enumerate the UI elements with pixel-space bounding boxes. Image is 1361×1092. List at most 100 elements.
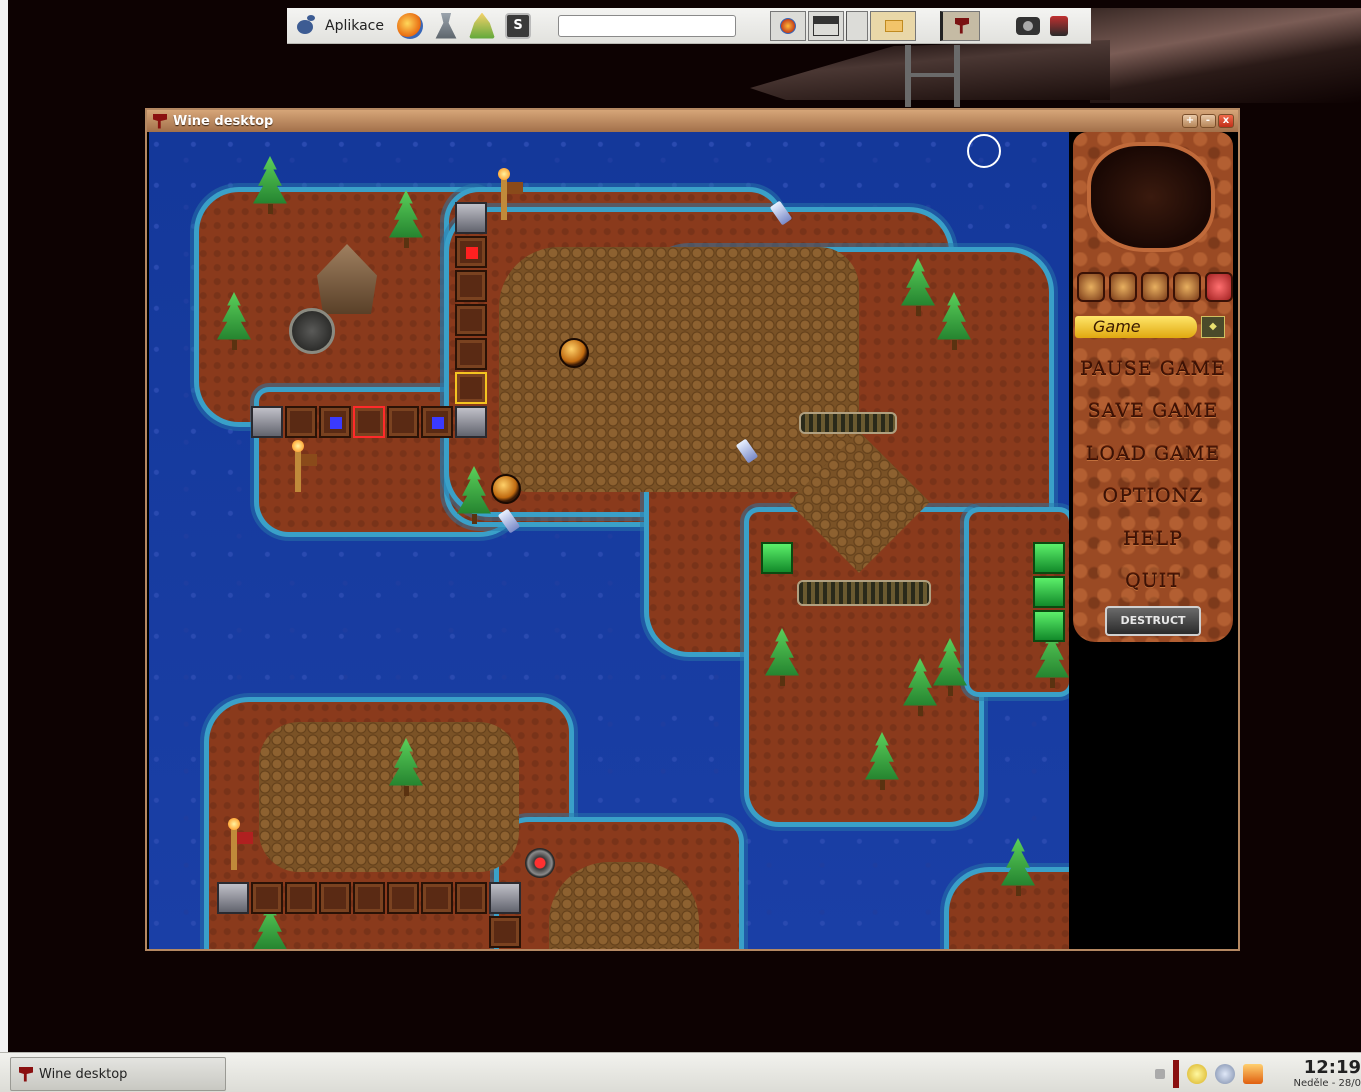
character-tab-icon[interactable] bbox=[1077, 272, 1105, 302]
pause-game-button[interactable]: PAUSE GAME bbox=[1073, 358, 1233, 380]
pine-tree bbox=[1001, 838, 1035, 898]
cauldron-object[interactable] bbox=[289, 308, 335, 354]
wall-segment[interactable] bbox=[489, 916, 521, 948]
wall-segment[interactable] bbox=[387, 882, 419, 914]
system-tray: 12:19 Neděle - 28/0 bbox=[1155, 1057, 1361, 1091]
game-menu-header: Game bbox=[1075, 316, 1197, 338]
wall-segment[interactable] bbox=[285, 406, 317, 438]
game-side-panel: Game PAUSE GAME SAVE GAME LOAD GAME OPTI… bbox=[1069, 132, 1236, 949]
player-unit[interactable] bbox=[559, 338, 589, 368]
flag bbox=[237, 832, 253, 844]
camera-icon[interactable] bbox=[1016, 16, 1040, 35]
scroll-tab-icon[interactable] bbox=[1141, 272, 1169, 302]
wall-segment-placing[interactable] bbox=[353, 406, 385, 438]
dirt-patch bbox=[499, 247, 859, 492]
update-notifier-icon[interactable] bbox=[1243, 1064, 1263, 1084]
castle-tower[interactable] bbox=[217, 882, 249, 914]
minimap[interactable] bbox=[1087, 142, 1215, 252]
wall-cannon-slot[interactable] bbox=[455, 236, 487, 268]
mouse-cursor bbox=[967, 134, 1001, 168]
wall-segment[interactable] bbox=[285, 882, 317, 914]
menu-scroll-arrows-icon[interactable] bbox=[1201, 316, 1225, 338]
desktop-wallpaper bbox=[1090, 8, 1361, 103]
maximize-button[interactable]: + bbox=[1182, 114, 1198, 128]
wallpaper-strut bbox=[905, 45, 960, 107]
wall-segment[interactable] bbox=[319, 882, 351, 914]
wall-segment-green[interactable] bbox=[1033, 542, 1065, 574]
pine-tree bbox=[457, 466, 491, 526]
wine-glass-icon bbox=[153, 113, 167, 129]
panel-tabs bbox=[1077, 272, 1233, 302]
run-command-field[interactable] bbox=[558, 14, 736, 37]
terminal-icon[interactable] bbox=[505, 12, 531, 39]
wine-window-button[interactable] bbox=[940, 10, 980, 41]
quit-button[interactable]: QUIT bbox=[1073, 570, 1233, 592]
applications-menu-label: Aplikace bbox=[325, 17, 384, 34]
castle-tower[interactable] bbox=[455, 202, 487, 234]
notification-icon[interactable] bbox=[1155, 1069, 1165, 1079]
wall-cannon-slot[interactable] bbox=[319, 406, 351, 438]
pine-tree bbox=[253, 156, 287, 216]
window-titlebar[interactable]: Wine desktop + - x bbox=[147, 110, 1238, 132]
wall-segment[interactable] bbox=[455, 882, 487, 914]
wall-segment[interactable] bbox=[455, 270, 487, 302]
upgrade-block[interactable] bbox=[761, 542, 793, 574]
minimize-button[interactable]: - bbox=[1200, 114, 1216, 128]
pine-tree bbox=[937, 292, 971, 352]
close-button[interactable]: x bbox=[1218, 114, 1234, 128]
mine-object[interactable] bbox=[525, 848, 555, 878]
castle-tower[interactable] bbox=[251, 406, 283, 438]
applications-menu[interactable]: Aplikace bbox=[287, 8, 392, 43]
taskbar-wine-button[interactable]: Wine desktop bbox=[10, 1057, 226, 1091]
wall-segment[interactable] bbox=[455, 304, 487, 336]
power-icon[interactable] bbox=[1050, 15, 1068, 36]
user-icon[interactable] bbox=[469, 12, 495, 39]
top-panel: Aplikace bbox=[287, 8, 1091, 44]
firefox-icon[interactable] bbox=[397, 12, 423, 39]
wall-segment-green[interactable] bbox=[1033, 610, 1065, 642]
help-button[interactable]: HELP bbox=[1073, 528, 1233, 550]
cannon-tab-icon[interactable] bbox=[1109, 272, 1137, 302]
bridge bbox=[797, 580, 931, 606]
wine-glass-icon bbox=[19, 1066, 33, 1082]
workspace-switcher[interactable] bbox=[808, 10, 844, 41]
wall-segment[interactable] bbox=[353, 882, 385, 914]
window-title: Wine desktop bbox=[173, 113, 274, 129]
mail-window-button[interactable] bbox=[870, 10, 916, 41]
pine-tree bbox=[903, 658, 937, 718]
destruct-button[interactable]: DESTRUCT bbox=[1105, 606, 1201, 636]
tray-separator bbox=[1173, 1060, 1179, 1088]
desktop-edge bbox=[0, 0, 8, 1092]
wall-segment[interactable] bbox=[421, 882, 453, 914]
wine-glass-icon bbox=[955, 17, 969, 34]
flag bbox=[507, 182, 523, 194]
game-tab-icon[interactable] bbox=[1205, 272, 1233, 302]
player-unit[interactable] bbox=[491, 474, 521, 504]
taskbar-wine-label: Wine desktop bbox=[39, 1066, 128, 1082]
pine-tree bbox=[389, 738, 423, 798]
browser-window-button[interactable] bbox=[770, 10, 806, 41]
wall-segment-green[interactable] bbox=[1033, 576, 1065, 608]
castle-tower[interactable] bbox=[489, 882, 521, 914]
castle-tower[interactable] bbox=[455, 406, 487, 438]
wall-segment-selected[interactable] bbox=[455, 372, 487, 404]
wall-cannon-slot[interactable] bbox=[421, 406, 453, 438]
wall-segment[interactable] bbox=[455, 338, 487, 370]
workspace-switcher-slot[interactable] bbox=[846, 10, 868, 41]
load-game-button[interactable]: LOAD GAME bbox=[1073, 443, 1233, 465]
dirt-patch bbox=[549, 862, 699, 949]
network-status-icon[interactable] bbox=[1215, 1064, 1235, 1084]
lightbulb-icon[interactable] bbox=[1187, 1064, 1207, 1084]
pine-tree bbox=[901, 258, 935, 318]
clock[interactable]: 12:19 Neděle - 28/0 bbox=[1271, 1058, 1361, 1090]
options-button[interactable]: OPTIONZ bbox=[1073, 485, 1233, 507]
build-tab-icon[interactable] bbox=[1173, 272, 1201, 302]
pine-tree bbox=[933, 638, 967, 698]
network-icon[interactable] bbox=[435, 12, 457, 39]
wall-segment[interactable] bbox=[251, 882, 283, 914]
wine-desktop-window: Wine desktop + - x Game ◆ PAUSE GAME SAV… bbox=[145, 108, 1240, 951]
game-map[interactable] bbox=[149, 132, 1069, 949]
wall-segment[interactable] bbox=[387, 406, 419, 438]
save-game-button[interactable]: SAVE GAME bbox=[1073, 400, 1233, 422]
window-list-applets bbox=[770, 10, 980, 41]
